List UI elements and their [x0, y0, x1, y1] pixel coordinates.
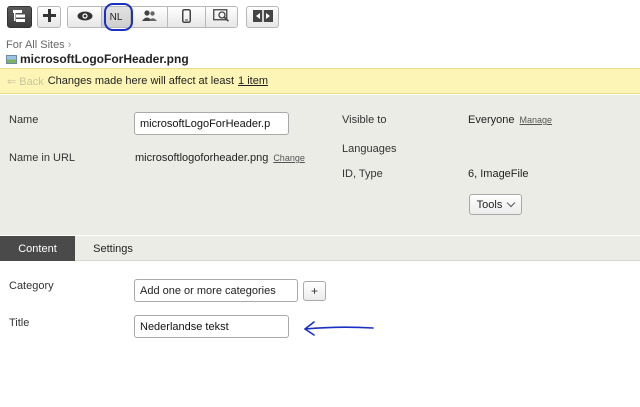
manage-link[interactable]: Manage: [519, 115, 552, 125]
name-field-value: microsoftLogoForHeader.p: [140, 118, 271, 130]
url-label: Name in URL: [9, 152, 76, 164]
tools-dropdown[interactable]: Tools: [469, 194, 522, 215]
visible-to-label: Visible to: [342, 114, 387, 126]
annotation-circle: [104, 3, 133, 31]
url-value: microsoftlogoforheader.png Change: [135, 152, 305, 164]
add-category-icon: +: [310, 284, 318, 298]
tab-bar: Content Settings: [0, 236, 640, 261]
affected-items-link[interactable]: 1 item: [238, 75, 268, 87]
page-title: microsoftLogoForHeader.png: [20, 52, 189, 66]
add-icon: [42, 9, 56, 25]
zoom-preview-button[interactable]: [206, 7, 237, 27]
notice-text: Changes made here will affect at least: [47, 75, 235, 87]
breadcrumb: For All Sites ›: [6, 39, 71, 51]
mobile-device-button[interactable]: [168, 7, 206, 27]
visitor-groups-icon: [141, 10, 157, 24]
name-label: Name: [9, 114, 39, 126]
annotation-arrow: [304, 321, 374, 336]
tab-content-label: Content: [18, 242, 57, 255]
tab-settings-label: Settings: [93, 242, 133, 255]
notice-bar: ⇐ Back Changes made here will affect at …: [0, 68, 640, 94]
url-text: microsoftlogoforheader.png: [135, 152, 269, 164]
name-field[interactable]: microsoftLogoForHeader.p: [134, 112, 289, 135]
zoom-preview-icon: [213, 9, 230, 25]
title-field[interactable]: Nederlandse tekst: [134, 315, 289, 338]
breadcrumb-link[interactable]: For All Sites: [6, 39, 65, 51]
category-placeholder: Add one or more categories: [140, 285, 276, 297]
toolbar: NL: [0, 0, 640, 36]
tab-content[interactable]: Content: [0, 236, 75, 261]
compare-icon: [252, 9, 273, 25]
change-url-link[interactable]: Change: [273, 153, 305, 163]
compare-button[interactable]: [246, 6, 279, 28]
visitor-groups-button[interactable]: [131, 7, 168, 27]
preview-button[interactable]: [68, 7, 102, 27]
category-field[interactable]: Add one or more categories: [134, 279, 298, 302]
tools-label: Tools: [476, 198, 503, 211]
preview-eye-icon: [77, 11, 93, 24]
visible-to-value: Everyone Manage: [468, 114, 552, 126]
title-label: Title: [9, 317, 30, 329]
id-type-value: 6, ImageFile: [468, 168, 529, 180]
title-bar: microsoftLogoForHeader.png: [6, 52, 189, 66]
mobile-device-icon: [182, 8, 191, 26]
id-type-label: ID, Type: [342, 168, 383, 180]
visible-to-text: Everyone: [468, 114, 515, 126]
breadcrumb-separator: ›: [67, 39, 72, 51]
languages-label: Languages: [342, 143, 397, 155]
add-button[interactable]: [37, 6, 61, 28]
add-category-button[interactable]: +: [303, 281, 326, 301]
image-file-icon: [6, 54, 17, 64]
tab-settings[interactable]: Settings: [78, 236, 148, 261]
view-button-group: NL: [67, 6, 238, 28]
back-link[interactable]: ⇐ Back: [7, 75, 44, 88]
title-field-value: Nederlandse tekst: [140, 321, 229, 333]
category-label: Category: [9, 280, 54, 292]
tree-toggle-button[interactable]: [7, 6, 32, 28]
tree-icon: [12, 9, 27, 25]
chevron-down-icon: [507, 198, 516, 208]
